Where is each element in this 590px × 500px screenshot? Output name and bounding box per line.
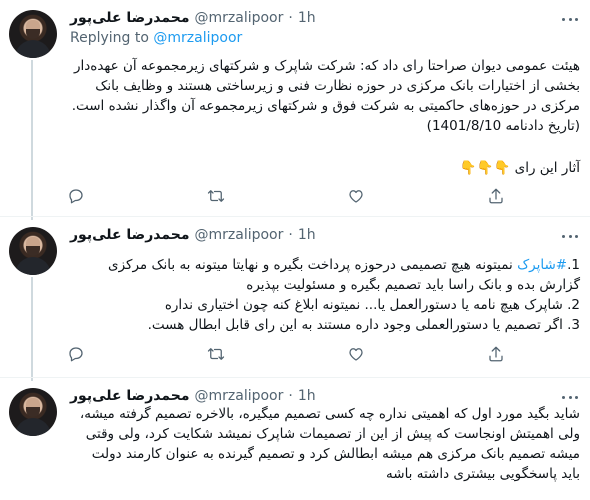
like-button[interactable]: [346, 186, 366, 206]
thread-line: [31, 60, 33, 220]
avatar[interactable]: [9, 388, 57, 436]
pointing-down-emoji: 👇👇👇: [459, 160, 511, 176]
separator-dot: ·: [288, 227, 293, 243]
share-icon: [489, 188, 503, 204]
replying-prefix: Replying to: [70, 30, 149, 46]
separator-dot: ·: [288, 10, 293, 26]
reply-icon: [69, 189, 83, 204]
author-name[interactable]: محمدرضا علی‌پور: [70, 388, 190, 404]
tweet-text: 1.#شاپرک نمیتونه هیچ تصمیمی درحوزه پرداخ…: [70, 255, 580, 335]
like-icon: [349, 348, 363, 361]
share-icon: [489, 346, 503, 362]
author-handle[interactable]: @mrzalipoor: [195, 10, 284, 26]
author-handle[interactable]: @mrzalipoor: [195, 388, 284, 404]
tweet-line-text: نمیتونه هیچ تصمیمی درحوزه پرداخت بگیره و…: [108, 257, 580, 293]
tweet-text: شاید بگید مورد اول که اهمیتی نداره چه کس…: [79, 406, 580, 482]
retweet-icon: [207, 190, 225, 202]
hashtag-link[interactable]: #شاپرک: [517, 257, 567, 273]
tweet-line: 1.#شاپرک نمیتونه هیچ تصمیمی درحوزه پرداخ…: [70, 255, 580, 295]
retweet-button[interactable]: [206, 186, 226, 206]
more-icon[interactable]: [560, 227, 580, 245]
thread-line: [31, 277, 33, 381]
reply-icon: [69, 347, 83, 362]
separator-dot: ·: [288, 388, 293, 404]
tweet-actions: [66, 344, 506, 364]
tweet-paragraph: آثار این رای 👇👇👇: [70, 158, 580, 178]
author-name[interactable]: محمدرضا علی‌پور: [70, 10, 190, 26]
tweet-text: هیئت عمومی دیوان صراحتا رای داد که: شرکت…: [70, 56, 580, 178]
reply-button[interactable]: [66, 186, 86, 206]
tweet-paragraph-text: آثار این رای: [514, 160, 580, 176]
list-number: 1.: [567, 257, 580, 273]
timestamp[interactable]: 1h: [298, 227, 316, 243]
tweet-3[interactable]: محمدرضا علی‌پور @mrzalipoor · 1h شاید بگ…: [0, 378, 590, 500]
author-name[interactable]: محمدرضا علی‌پور: [70, 227, 190, 243]
tweet-1[interactable]: محمدرضا علی‌پور @mrzalipoor · 1h Replyin…: [0, 0, 590, 220]
timestamp[interactable]: 1h: [298, 388, 316, 404]
retweet-icon: [207, 348, 225, 360]
tweet-2[interactable]: محمدرضا علی‌پور @mrzalipoor · 1h 1.#شاپر…: [0, 217, 590, 381]
tweet-line: 2. شاپرک هیچ نامه یا دستورالعمل یا... نم…: [164, 297, 580, 313]
tweet-actions: [66, 186, 506, 206]
tweet-paragraph: هیئت عمومی دیوان صراحتا رای داد که: شرکت…: [71, 58, 580, 134]
retweet-button[interactable]: [206, 344, 226, 364]
like-button[interactable]: [346, 344, 366, 364]
share-button[interactable]: [486, 186, 506, 206]
tweet-header: محمدرضا علی‌پور @mrzalipoor · 1h: [70, 386, 316, 406]
share-button[interactable]: [486, 344, 506, 364]
replying-mention-link[interactable]: @mrzalipoor: [153, 30, 242, 46]
tweet-header: محمدرضا علی‌پور @mrzalipoor · 1h: [70, 8, 316, 28]
avatar[interactable]: [9, 227, 57, 275]
reply-button[interactable]: [66, 344, 86, 364]
avatar[interactable]: [9, 10, 57, 58]
tweet-header: محمدرضا علی‌پور @mrzalipoor · 1h: [70, 225, 316, 245]
like-icon: [349, 190, 363, 203]
tweet-line: 3. اگر تصمیم یا دستورالعملی وجود داره مس…: [147, 317, 580, 333]
more-icon[interactable]: [560, 10, 580, 28]
replying-to: Replying to @mrzalipoor: [70, 30, 242, 46]
timestamp[interactable]: 1h: [298, 10, 316, 26]
author-handle[interactable]: @mrzalipoor: [195, 227, 284, 243]
